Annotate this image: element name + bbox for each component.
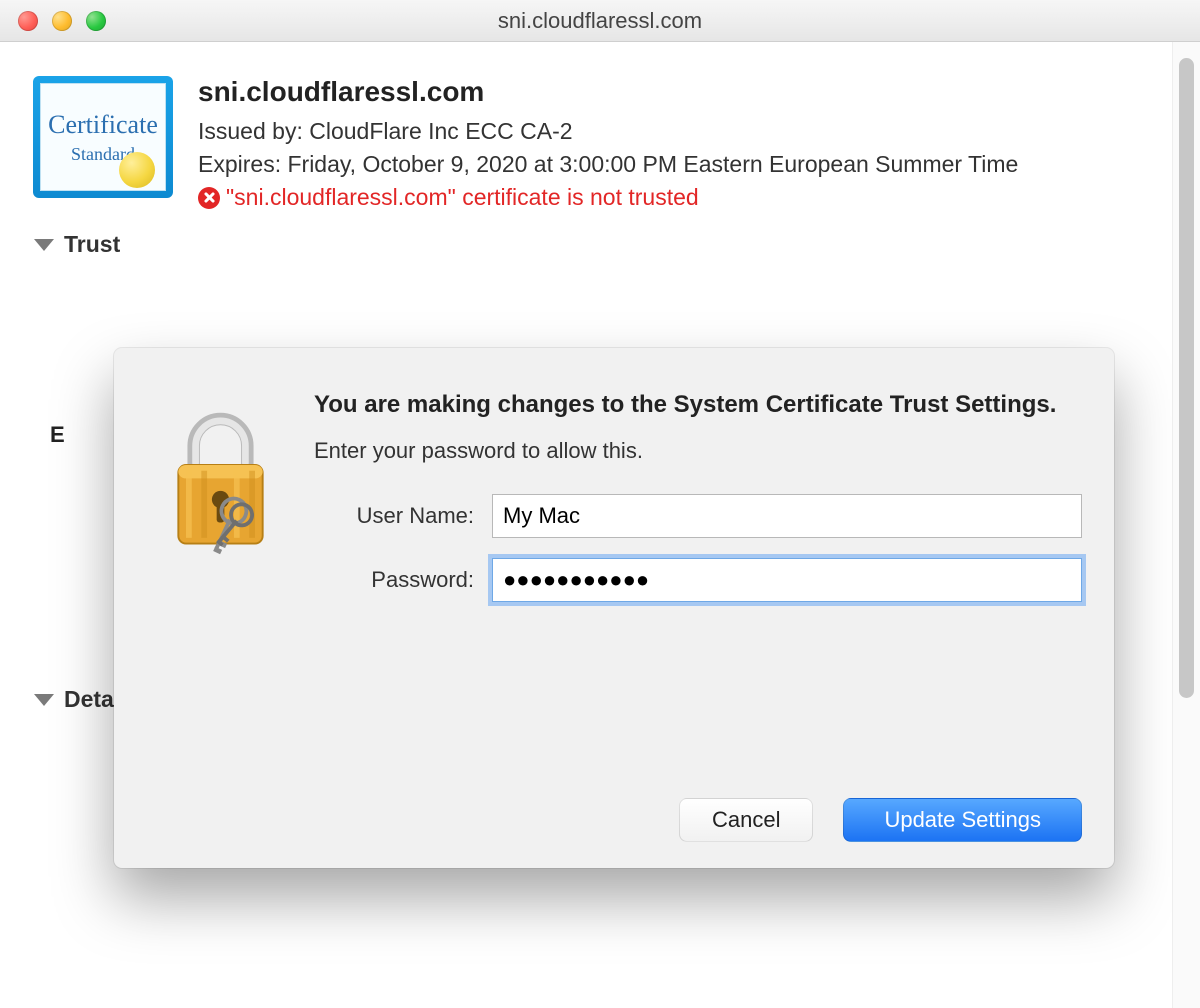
error-icon [198,187,220,209]
expires-value: Friday, October 9, 2020 at 3:00:00 PM Ea… [287,151,1018,177]
username-input[interactable] [492,494,1082,538]
lock-icon [154,388,286,622]
disclosure-triangle-icon [34,239,54,251]
vertical-scrollbar-track[interactable] [1172,42,1200,1008]
issued-by-value: CloudFlare Inc ECC CA-2 [309,118,572,144]
dialog-subtitle: Enter your password to allow this. [314,438,1082,464]
trust-section-label: Trust [64,231,120,258]
issued-by-label: Issued by: [198,118,303,144]
vertical-scrollbar-thumb[interactable] [1179,58,1194,698]
trust-section-toggle[interactable]: Trust [30,231,1152,258]
issued-by-line: Issued by: CloudFlare Inc ECC CA-2 [198,118,1018,145]
cancel-button[interactable]: Cancel [679,798,813,842]
cert-badge-line1: Certificate [48,110,158,140]
expires-line: Expires: Friday, October 9, 2020 at 3:00… [198,151,1018,178]
window-titlebar: sni.cloudflaressl.com [0,0,1200,42]
update-settings-button[interactable]: Update Settings [843,798,1082,842]
certificate-icon: Certificate Standard [30,76,176,211]
auth-dialog: You are making changes to the System Cer… [114,348,1114,868]
username-label: User Name: [314,503,474,529]
disclosure-triangle-icon [34,694,54,706]
seal-icon [119,152,155,188]
expires-label: Expires: [198,151,281,177]
password-input[interactable] [492,558,1082,602]
window-title: sni.cloudflaressl.com [0,8,1200,34]
certificate-host: sni.cloudflaressl.com [198,76,1018,108]
dialog-title: You are making changes to the System Cer… [314,388,1082,422]
trust-warning: "sni.cloudflaressl.com" certificate is n… [198,184,1018,211]
password-label: Password: [314,567,474,593]
trust-warning-text: "sni.cloudflaressl.com" certificate is n… [226,184,699,211]
